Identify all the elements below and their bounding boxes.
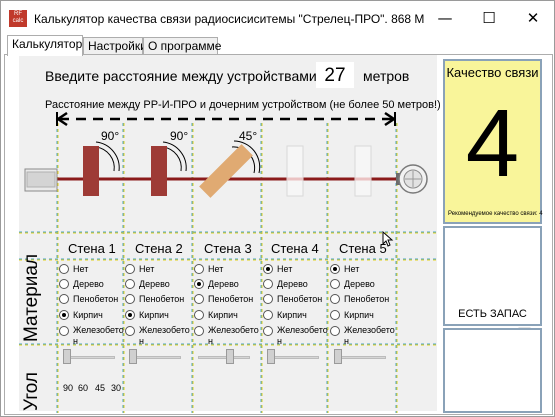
radio-button[interactable]: [59, 279, 69, 289]
angle-side-label: Угол: [21, 372, 42, 411]
tab-calculator[interactable]: Калькулятор: [7, 35, 83, 56]
radio-label: Кирпич: [277, 310, 307, 320]
slider-tick-label: 60: [78, 383, 89, 393]
mouse-cursor-icon: [382, 231, 394, 247]
status-panel: ЕСТЬ ЗАПАС: [443, 226, 542, 326]
angle-label-2: 90°: [170, 129, 189, 143]
slider-track[interactable]: [198, 356, 250, 359]
radio-label: Дерево: [73, 279, 104, 289]
radio-label: Пенобетон: [344, 294, 390, 304]
wall-2-angle-slider[interactable]: [129, 349, 181, 365]
wall-shape-1: [83, 146, 99, 196]
wall-title-3: Стена 3: [204, 241, 252, 256]
slider-thumb[interactable]: [129, 349, 137, 364]
radio-button[interactable]: [263, 310, 273, 320]
radio-label: Дерево: [208, 279, 239, 289]
radio-button[interactable]: [125, 294, 135, 304]
radio-label: Кирпич: [208, 310, 238, 320]
radio-button[interactable]: [194, 326, 204, 336]
wall-title-2: Стена 2: [135, 241, 183, 256]
radio-button[interactable]: [330, 264, 340, 274]
radio-label: Пенобетон: [139, 294, 185, 304]
radio-label: Нет: [73, 264, 89, 274]
radio-button[interactable]: [194, 310, 204, 320]
radio-button[interactable]: [263, 264, 273, 274]
radio-button[interactable]: [59, 326, 69, 336]
distance-arrow: [55, 111, 397, 127]
radio-label: Кирпич: [344, 310, 374, 320]
wall-3-angle-slider[interactable]: [198, 349, 250, 365]
quality-title: Качество связи: [446, 65, 539, 80]
radio-button[interactable]: [194, 294, 204, 304]
radio-label: Кирпич: [139, 310, 169, 320]
radio-button[interactable]: [59, 310, 69, 320]
wall-shape-3: [199, 144, 253, 198]
angle-label-3: 45°: [239, 129, 258, 143]
signal-panel: [443, 328, 542, 413]
quality-recommendation: Рекомендуемое качество связи: 4: [448, 211, 543, 217]
radio-label: Железобетон: [344, 325, 395, 346]
radio-button[interactable]: [59, 264, 69, 274]
slider-thumb[interactable]: [63, 349, 71, 364]
slider-thumb[interactable]: [334, 349, 342, 364]
quality-panel: Качество связи 4 Рекомендуемое качество …: [443, 59, 543, 224]
app-window: RF calc Калькулятор качества связи радиос…: [0, 0, 555, 417]
radio-label: Пенобетон: [208, 294, 254, 304]
detector-device: [396, 164, 428, 194]
slider-tick-label: 45: [95, 383, 106, 393]
slider-tick-label: 90: [63, 383, 74, 393]
wall-shape-5: [354, 145, 372, 197]
radio-button[interactable]: [194, 264, 204, 274]
slider-thumb[interactable]: [267, 349, 275, 364]
radio-label: Железобетон: [208, 325, 259, 346]
radio-button[interactable]: [263, 279, 273, 289]
radio-button[interactable]: [59, 294, 69, 304]
radio-button[interactable]: [330, 326, 340, 336]
wall-title-4: Стена 4: [271, 241, 319, 256]
radio-label: Железобетон: [139, 325, 190, 346]
radio-label: Нет: [277, 264, 293, 274]
angle-arc-1: [95, 141, 120, 172]
wall-title-1: Стена 1: [68, 241, 116, 256]
radio-label: Железобетон: [277, 325, 328, 346]
radio-button[interactable]: [125, 264, 135, 274]
radio-button[interactable]: [125, 326, 135, 336]
angle-label-1: 90°: [101, 129, 120, 143]
status-label: ЕСТЬ ЗАПАС: [458, 308, 527, 320]
wall-title-5: Стена 5: [339, 241, 387, 256]
radio-label: Дерево: [139, 279, 170, 289]
radio-label: Дерево: [344, 279, 375, 289]
radio-label: Пенобетон: [73, 294, 119, 304]
slider-thumb[interactable]: [226, 349, 234, 364]
wall-shape-4: [286, 145, 304, 197]
radio-label: Нет: [344, 264, 360, 274]
wall-shape-2: [151, 146, 167, 196]
radio-button[interactable]: [125, 310, 135, 320]
radio-button[interactable]: [263, 294, 273, 304]
radio-button[interactable]: [263, 326, 273, 336]
wall-5-angle-slider[interactable]: [334, 349, 386, 365]
radio-button[interactable]: [125, 279, 135, 289]
material-side-label: Материал: [21, 253, 42, 342]
radio-button[interactable]: [330, 294, 340, 304]
radio-label: Пенобетон: [277, 294, 323, 304]
radio-button[interactable]: [194, 279, 204, 289]
radio-label: Нет: [208, 264, 224, 274]
radio-label: Железобетон: [73, 325, 124, 346]
radio-button[interactable]: [330, 310, 340, 320]
radio-label: Кирпич: [73, 310, 103, 320]
radio-label: Дерево: [277, 279, 308, 289]
wall-1-angle-slider[interactable]: [63, 349, 115, 365]
radio-button[interactable]: [330, 279, 340, 289]
radio-label: Нет: [139, 264, 155, 274]
quality-value: 4: [465, 90, 520, 197]
slider-tick-label: 30: [111, 383, 122, 393]
wall-4-angle-slider[interactable]: [267, 349, 319, 365]
